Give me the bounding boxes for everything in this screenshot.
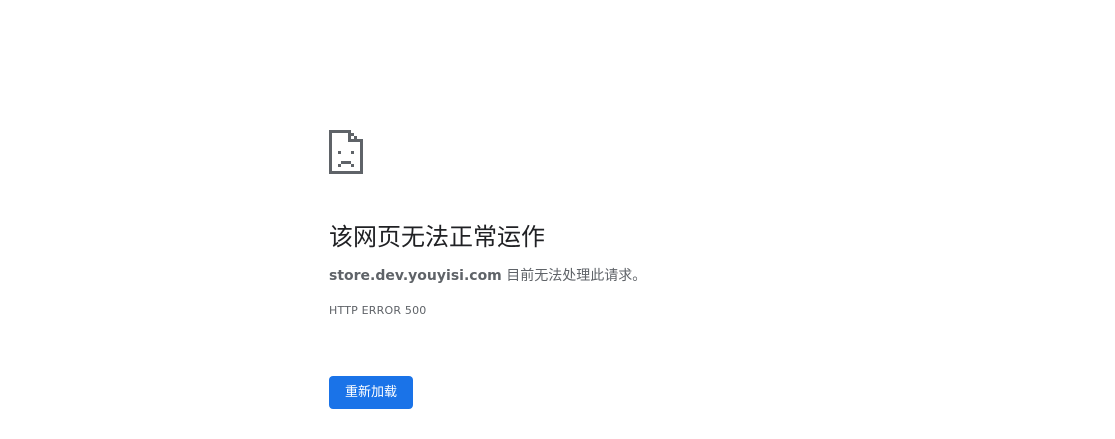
sad-page-icon xyxy=(329,130,969,174)
reload-button[interactable]: 重新加载 xyxy=(329,376,414,409)
page-title: 该网页无法正常运作 xyxy=(329,223,545,251)
error-page: 该网页无法正常运作 store.dev.youyisi.com 目前无法处理此请… xyxy=(0,0,1115,439)
error-message: 目前无法处理此请求。 xyxy=(501,268,647,284)
error-description: store.dev.youyisi.com 目前无法处理此请求。 xyxy=(329,266,969,286)
error-code: HTTP ERROR 500 xyxy=(329,304,427,317)
site-host: store.dev.youyisi.com xyxy=(329,268,502,284)
error-content: 该网页无法正常运作 store.dev.youyisi.com 目前无法处理此请… xyxy=(329,130,969,409)
